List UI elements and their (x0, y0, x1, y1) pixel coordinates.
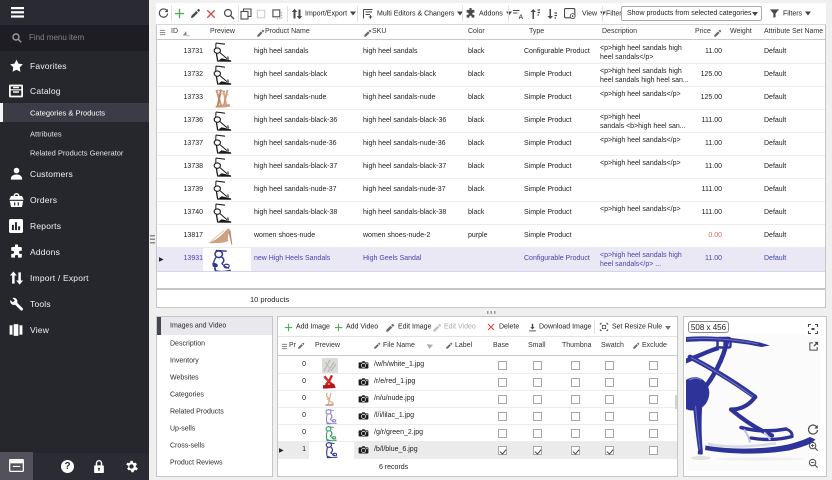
svg-text:A: A (519, 14, 524, 20)
